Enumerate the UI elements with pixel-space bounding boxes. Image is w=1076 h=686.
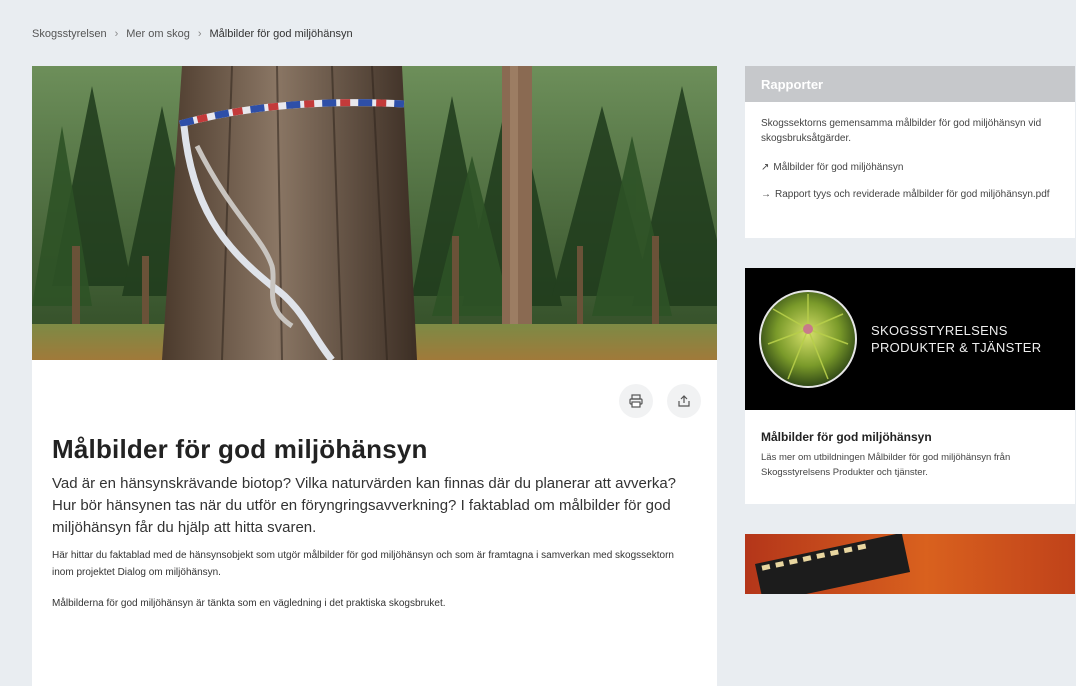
page-title: Målbilder för god miljöhänsyn	[52, 434, 428, 464]
breadcrumb-separator: ›	[197, 28, 202, 40]
reports-card-header: Rapporter	[745, 66, 1075, 102]
pine-logo-icon	[759, 290, 857, 388]
printer-icon	[629, 394, 643, 408]
promo-banner: SKOGSSTYRELSENS PRODUKTER & TJÄNSTER	[745, 268, 1075, 410]
breadcrumb-item-current: Målbilder för god miljöhänsyn	[209, 28, 353, 40]
breadcrumb-item-home[interactable]: Skogsstyrelsen	[32, 28, 107, 40]
promo-title: Målbilder för god miljöhänsyn	[761, 430, 932, 444]
breadcrumb: Skogsstyrelsen › Mer om skog › Målbilder…	[32, 28, 353, 40]
film-strip-image	[755, 534, 911, 594]
article-lead: Vad är en hänsynskrävande biotop? Vilka …	[52, 475, 677, 536]
reports-description: Skogssektorns gemensamma målbilder för g…	[761, 118, 1042, 144]
article-content: Målbilder för god miljöhänsyn Vad är en …	[52, 434, 692, 626]
article-card: Målbilder för god miljöhänsyn Vad är en …	[32, 66, 717, 686]
sidebar: Rapporter Skogssektorns gemensamma målbi…	[745, 66, 1075, 594]
arrow-right-icon: →	[761, 189, 771, 200]
hero-image	[32, 66, 717, 360]
print-button[interactable]	[619, 384, 653, 418]
reports-link-malbilder[interactable]: ↗ Målbilder för god miljöhänsyn	[761, 160, 1059, 175]
share-icon	[678, 395, 690, 407]
external-link-icon: ↗	[761, 162, 770, 173]
reports-link-label: Målbilder för god miljöhänsyn	[773, 162, 904, 173]
promo-brand-line-2: PRODUKTER & TJÄNSTER	[871, 340, 1042, 355]
reports-link-label: Rapport tyys och reviderade målbilder fö…	[775, 189, 1050, 200]
promo-text: Läs mer om utbildningen Målbilder för go…	[761, 452, 1011, 478]
share-button[interactable]	[667, 384, 701, 418]
breadcrumb-separator: ›	[114, 28, 119, 40]
reports-card: Rapporter Skogssektorns gemensamma målbi…	[745, 66, 1075, 238]
promo-brand-line-1: SKOGSSTYRELSENS	[871, 323, 1008, 338]
second-promo-card[interactable]	[745, 534, 1075, 594]
article-body-paragraph-1: Här hittar du faktablad med de hänsynsob…	[52, 550, 674, 578]
breadcrumb-item-mer-om-skog[interactable]: Mer om skog	[126, 28, 190, 40]
reports-link-pdf[interactable]: → Rapport tyys och reviderade målbilder f…	[761, 187, 1059, 202]
article-body-paragraph-2: Målbilderna för god miljöhänsyn är tänkt…	[52, 598, 446, 609]
promo-brand: SKOGSSTYRELSENS PRODUKTER & TJÄNSTER	[871, 322, 1041, 356]
article-tools	[619, 384, 701, 418]
promo-card[interactable]: SKOGSSTYRELSENS PRODUKTER & TJÄNSTER Mål…	[745, 268, 1075, 504]
